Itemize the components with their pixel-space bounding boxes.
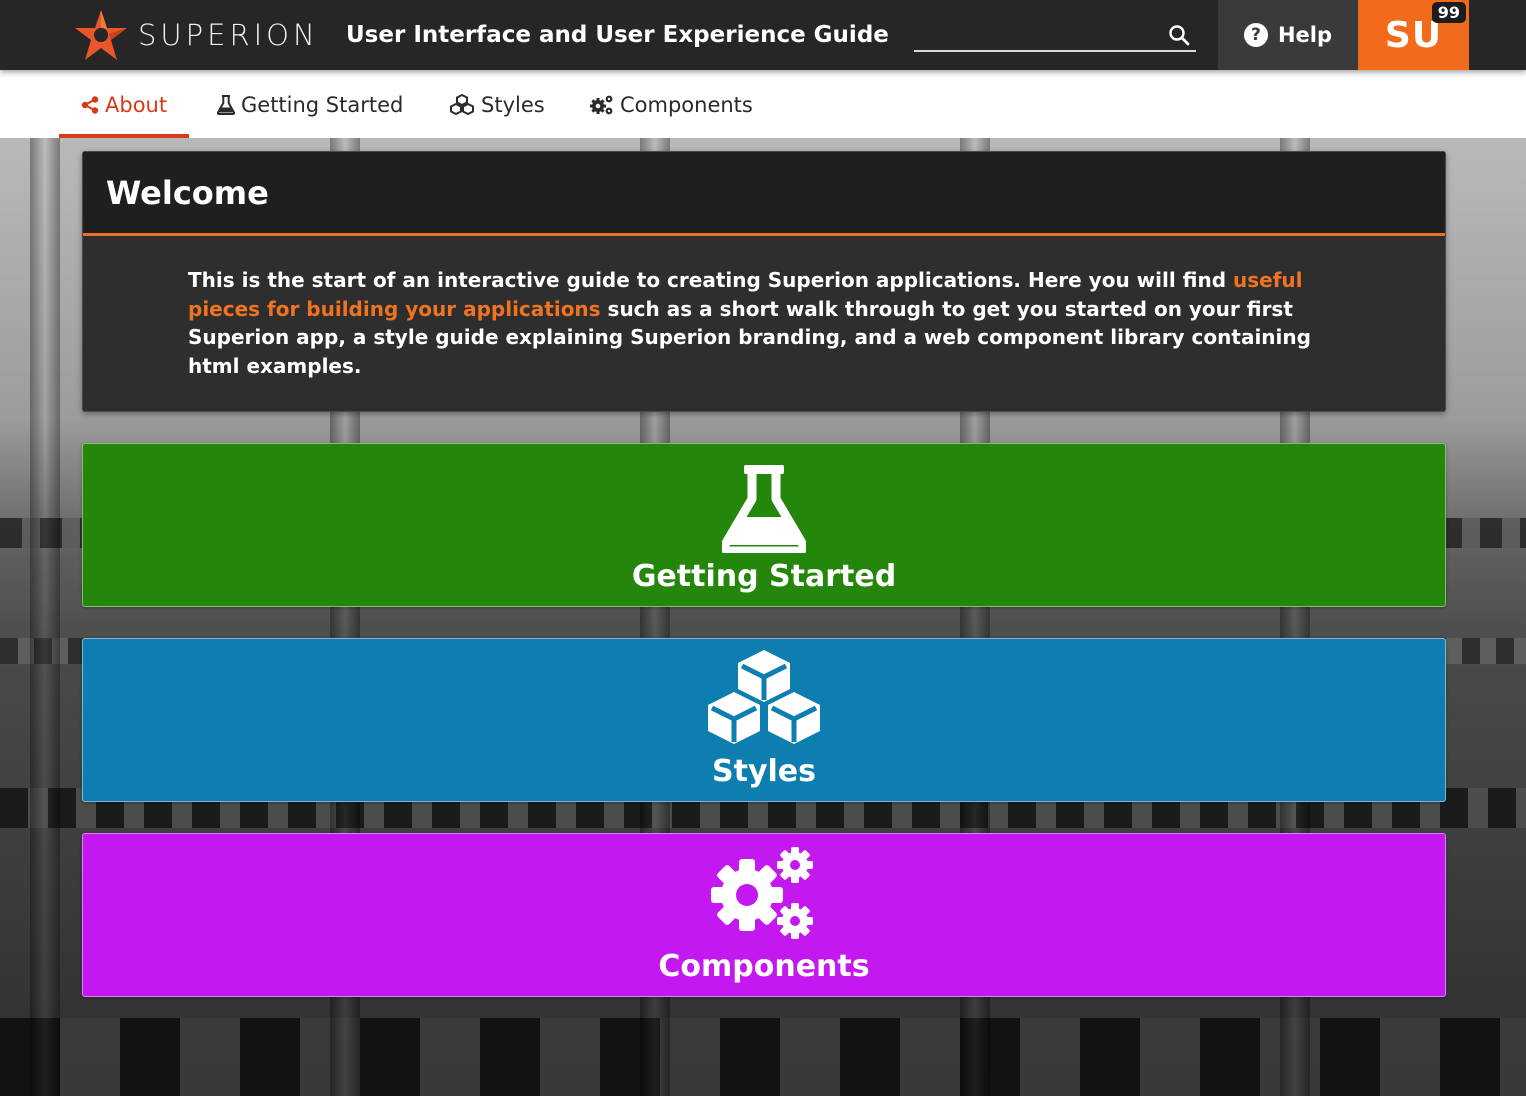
help-label: Help xyxy=(1277,23,1333,47)
tab-label: Getting Started xyxy=(241,93,404,117)
tab-about[interactable]: About xyxy=(59,70,190,138)
cogs-icon xyxy=(711,847,813,939)
tab-components[interactable]: Components xyxy=(590,70,753,138)
search-input[interactable] xyxy=(914,18,1164,48)
cogs-icon xyxy=(590,95,613,115)
components-tile[interactable]: Components xyxy=(82,833,1446,997)
search-icon[interactable] xyxy=(1168,24,1190,46)
brand-name[interactable]: SUPERION xyxy=(138,18,319,52)
welcome-title: Welcome xyxy=(106,173,269,212)
notification-badge: 99 xyxy=(1431,2,1466,23)
share-icon xyxy=(81,96,99,114)
getting-started-tile[interactable]: Getting Started xyxy=(82,443,1446,607)
flask-icon xyxy=(722,465,806,553)
nav-tabs: About Getting Started Styles Components xyxy=(0,70,1526,138)
search-box[interactable] xyxy=(914,18,1196,52)
welcome-text: This is the start of an interactive guid… xyxy=(83,236,1445,380)
flask-icon xyxy=(217,95,235,115)
tab-label: About xyxy=(105,93,168,117)
styles-tile[interactable]: Styles xyxy=(82,638,1446,802)
tile-label: Components xyxy=(658,949,870,984)
tab-label: Components xyxy=(620,93,753,117)
superion-star-logo-icon[interactable] xyxy=(72,8,130,62)
cubes-icon xyxy=(450,94,474,115)
welcome-card-header: Welcome xyxy=(83,152,1445,236)
app-title: User Interface and User Experience Guide xyxy=(346,22,889,48)
tile-label: Getting Started xyxy=(631,559,897,594)
top-bar: SUPERION User Interface and User Experie… xyxy=(0,0,1526,70)
question-circle-icon: ? xyxy=(1243,23,1268,47)
help-button[interactable]: ? Help xyxy=(1218,0,1358,70)
cubes-icon xyxy=(708,650,820,744)
user-avatar-button[interactable]: SU 99 xyxy=(1358,0,1469,70)
tab-getting-started[interactable]: Getting Started xyxy=(217,70,403,138)
tile-label: Styles xyxy=(712,754,816,789)
tab-label: Styles xyxy=(481,93,545,117)
welcome-card: Welcome This is the start of an interact… xyxy=(82,151,1446,412)
welcome-text-start: This is the start of an interactive guid… xyxy=(188,268,1233,292)
tab-styles[interactable]: Styles xyxy=(449,70,545,138)
